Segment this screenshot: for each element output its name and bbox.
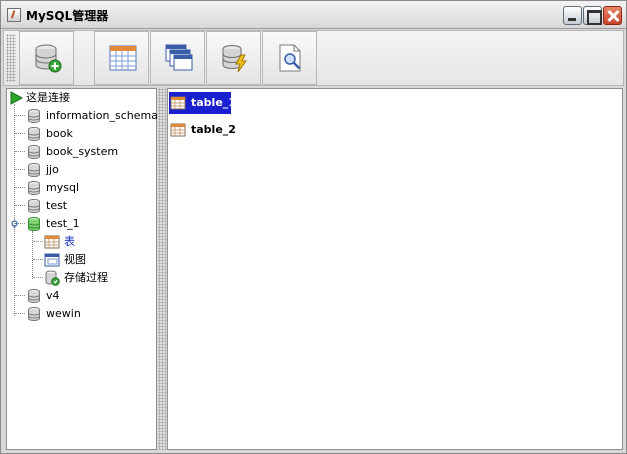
tree-item-label: mysql <box>46 181 79 194</box>
tree-child-label: 视图 <box>64 253 86 266</box>
database-icon <box>28 289 40 303</box>
table-icon <box>170 96 186 110</box>
tree-branch <box>33 259 43 260</box>
table-button[interactable] <box>94 31 149 85</box>
java-app-icon <box>7 8 21 22</box>
tree-item-label: test_1 <box>46 217 80 230</box>
tree-branch <box>15 313 25 314</box>
tree-item-label: information_schema <box>46 109 158 122</box>
database-icon <box>28 145 40 159</box>
add-database-button[interactable] <box>19 31 74 85</box>
tree-branch <box>15 295 25 296</box>
windows-icon <box>165 44 193 71</box>
tree-branch <box>15 187 25 188</box>
table-item-label: table_1 <box>191 96 236 109</box>
tree-root-label: 这是连接 <box>26 91 70 104</box>
tree-expand-handle-icon[interactable] <box>10 219 19 228</box>
tree-branch <box>15 205 25 206</box>
table-list-pane[interactable]: table_1 table_2 <box>167 88 623 450</box>
tree-item-label: test <box>46 199 68 212</box>
tree-branch <box>15 151 25 152</box>
tree-branch <box>33 241 43 242</box>
window-icon <box>44 253 60 267</box>
tree-line <box>14 104 15 316</box>
database-icon <box>28 127 40 141</box>
windows-button[interactable] <box>150 31 205 85</box>
tree-branch <box>15 169 25 170</box>
procedure-button[interactable] <box>206 31 261 85</box>
table-item-table-2[interactable]: table_2 <box>169 119 239 141</box>
table-item-table-1[interactable]: table_1 <box>169 92 236 114</box>
maximize-button[interactable] <box>583 6 602 25</box>
database-green-icon <box>28 217 40 231</box>
tree-item-label: book_system <box>46 145 119 158</box>
table-icon <box>44 235 60 249</box>
database-icon <box>28 109 40 123</box>
tree-line <box>32 231 33 279</box>
main-window: MySQL管理器 这是连接 information_schema book bo… <box>0 0 627 454</box>
database-icon <box>28 163 40 177</box>
split-pane-divider[interactable] <box>158 88 166 450</box>
table-icon <box>109 45 137 71</box>
tree-child-label: 存储过程 <box>64 271 108 284</box>
tree-item-label: v4 <box>46 289 60 302</box>
toolbar-grip[interactable] <box>6 34 16 82</box>
database-lightning-icon <box>222 45 247 73</box>
database-add-icon <box>35 44 62 73</box>
table-icon <box>170 123 186 137</box>
close-button[interactable] <box>603 6 622 25</box>
tree-item-label: jjo <box>46 163 59 176</box>
toolbar <box>3 30 624 86</box>
title-bar[interactable]: MySQL管理器 <box>1 1 626 29</box>
minimize-button[interactable] <box>563 6 582 25</box>
procedure-icon <box>45 270 60 286</box>
tree-branch <box>15 115 25 116</box>
database-icon <box>28 181 40 195</box>
tree-branch <box>15 133 25 134</box>
tree-item-label: wewin <box>46 307 81 320</box>
tree-branch <box>33 277 43 278</box>
database-tree[interactable]: 这是连接 information_schema book book_system… <box>6 88 158 450</box>
database-icon <box>28 199 40 213</box>
database-icon <box>28 307 40 321</box>
tree-child-label: 表 <box>64 235 75 248</box>
tree-item-label: book <box>46 127 73 140</box>
window-title: MySQL管理器 <box>26 9 109 23</box>
play-icon <box>10 91 24 105</box>
document-search-icon <box>279 44 301 72</box>
table-item-label: table_2 <box>191 123 236 136</box>
query-button[interactable] <box>262 31 317 85</box>
